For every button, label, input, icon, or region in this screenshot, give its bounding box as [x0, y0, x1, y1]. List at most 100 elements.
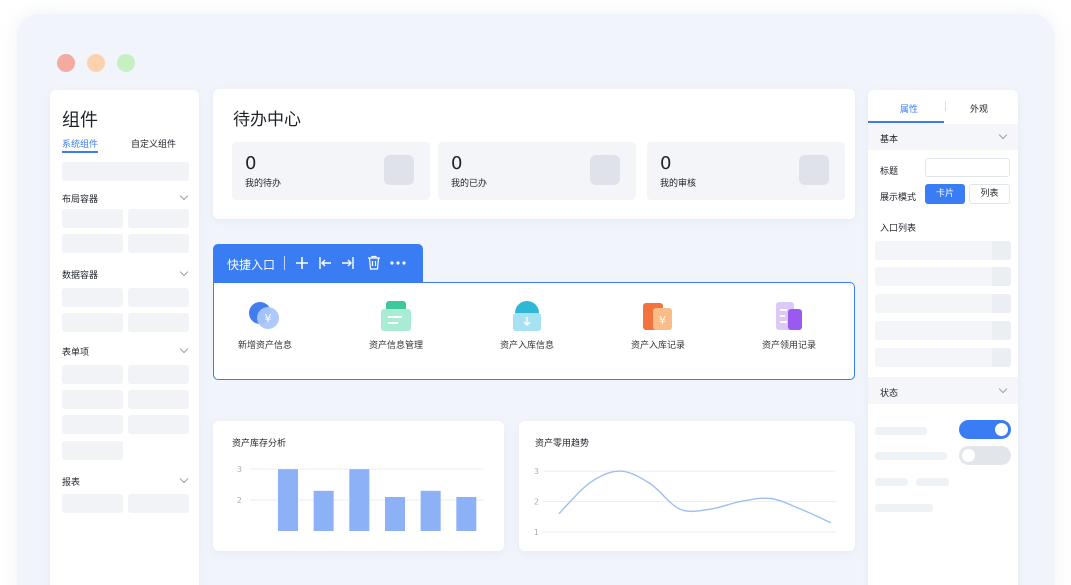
entry-add-asset[interactable]: ¥ 新增资产信息 [210, 300, 320, 351]
section-reports[interactable]: 报表 [62, 475, 80, 488]
stat-label: 我的已办 [451, 179, 488, 189]
entry-asset-management[interactable]: 资产信息管理 [341, 300, 451, 351]
chevron-down-icon[interactable] [179, 191, 189, 201]
placeholder-line [916, 478, 949, 486]
mode-card-button[interactable]: 卡片 [925, 184, 965, 204]
bar [420, 490, 441, 531]
chevron-down-icon[interactable] [179, 267, 189, 277]
trash-icon[interactable] [367, 255, 381, 270]
chevron-down-icon[interactable] [179, 474, 189, 484]
window-close-button[interactable] [57, 54, 75, 72]
entry-label: 新增资产信息 [237, 341, 292, 351]
bar [385, 497, 405, 531]
section-layout-containers[interactable]: 布局容器 [62, 192, 98, 205]
status-toggle-on[interactable] [959, 420, 1011, 439]
align-left-icon[interactable] [318, 256, 332, 270]
y-tick-label: 3 [534, 467, 539, 476]
usage-chart-card: 资产零用趋势 123 [519, 421, 855, 551]
quick-entry-label: 快捷入口 [227, 258, 276, 272]
tab-custom-components[interactable]: 自定义组件 [131, 137, 176, 150]
entry-label: 资产领用记录 [761, 341, 816, 351]
component-item[interactable] [128, 365, 189, 384]
entry-label: 资产信息管理 [368, 341, 423, 351]
stat-pending[interactable]: 0 我的待办 [232, 142, 430, 200]
component-item[interactable] [128, 313, 189, 332]
svg-text:¥: ¥ [265, 312, 272, 325]
component-item[interactable] [62, 209, 123, 228]
stat-done[interactable]: 0 我的已办 [438, 142, 636, 200]
svg-text:¥: ¥ [659, 314, 666, 327]
quick-entry-toolbar: 快捷入口 [213, 244, 423, 283]
component-search-input[interactable] [62, 162, 189, 181]
section-basic-header[interactable]: 基本 [868, 124, 1018, 150]
component-item[interactable] [62, 234, 123, 253]
component-item[interactable] [128, 390, 189, 409]
chevron-down-icon[interactable] [179, 344, 189, 354]
entry-list-row[interactable] [875, 294, 1011, 313]
align-right-icon[interactable] [341, 256, 355, 270]
component-item[interactable] [62, 365, 123, 384]
component-item[interactable] [128, 415, 189, 434]
entry-asset-inbound[interactable]: 资产入库信息 [472, 300, 582, 351]
chevron-down-icon[interactable] [998, 384, 1008, 394]
section-status-header[interactable]: 状态 [868, 377, 1018, 404]
component-item[interactable] [128, 288, 189, 307]
status-toggle-off[interactable] [959, 446, 1011, 465]
placeholder-line [875, 427, 927, 435]
folder-yen-icon: ¥ [643, 303, 672, 330]
component-item[interactable] [62, 415, 123, 434]
add-icon[interactable] [295, 256, 309, 270]
component-item[interactable] [128, 494, 189, 513]
document-stack-icon [776, 302, 802, 330]
bar [278, 469, 298, 531]
window-minimize-button[interactable] [87, 54, 105, 72]
properties-panel: 属性 外观 基本 标题 展示模式 卡片 列表 入口列表 状态 [868, 90, 1018, 585]
component-item[interactable] [62, 390, 123, 409]
todo-center-title: 待办中心 [233, 110, 301, 130]
section-form-items[interactable]: 表单项 [62, 345, 89, 358]
component-item[interactable] [128, 209, 189, 228]
stat-label: 我的待办 [245, 179, 282, 189]
toolbar-divider [284, 256, 285, 270]
component-item[interactable] [128, 234, 189, 253]
component-panel: 组件 系统组件 自定义组件 布局容器 数据容器 表单项 报表 [50, 90, 199, 585]
more-icon[interactable] [389, 260, 407, 266]
bar [313, 490, 334, 531]
coin-icon: ¥ [249, 302, 279, 329]
entry-inbound-records[interactable]: ¥ 资产入库记录 [603, 300, 713, 351]
section-data-containers[interactable]: 数据容器 [62, 268, 98, 281]
tab-properties[interactable]: 属性 [900, 102, 918, 115]
entry-label: 资产入库记录 [630, 341, 685, 351]
y-tick-label: 2 [534, 498, 539, 507]
inbox-download-icon [513, 301, 541, 331]
stat-review[interactable]: 0 我的审核 [647, 142, 845, 200]
tab-appearance[interactable]: 外观 [970, 102, 988, 115]
mode-list-button[interactable]: 列表 [969, 184, 1010, 204]
entry-label: 资产入库信息 [499, 341, 554, 351]
chevron-down-icon[interactable] [998, 130, 1008, 140]
active-tab-indicator [62, 151, 98, 153]
title-label: 标题 [880, 167, 899, 177]
component-item[interactable] [62, 288, 123, 307]
series-line [558, 470, 832, 524]
bar [349, 469, 370, 531]
title-input[interactable] [925, 158, 1010, 177]
component-item[interactable] [62, 313, 123, 332]
entry-list-row[interactable] [875, 321, 1011, 340]
component-item[interactable] [62, 441, 123, 460]
entry-list-row[interactable] [875, 241, 1011, 260]
component-item[interactable] [62, 494, 123, 513]
y-tick-label: 3 [237, 465, 242, 474]
tab-divider [945, 101, 946, 111]
bar [456, 497, 477, 531]
stat-icon-placeholder [384, 155, 414, 185]
tab-system-components[interactable]: 系统组件 [62, 137, 98, 150]
stat-value: 0 [245, 153, 257, 174]
entry-list-row[interactable] [875, 348, 1011, 367]
window-maximize-button[interactable] [117, 54, 135, 72]
stat-value: 0 [451, 153, 463, 174]
entry-usage-records[interactable]: 资产领用记录 [734, 300, 844, 351]
entry-list-row[interactable] [875, 267, 1011, 286]
stat-icon-placeholder [799, 155, 829, 185]
file-list-icon [381, 301, 411, 331]
